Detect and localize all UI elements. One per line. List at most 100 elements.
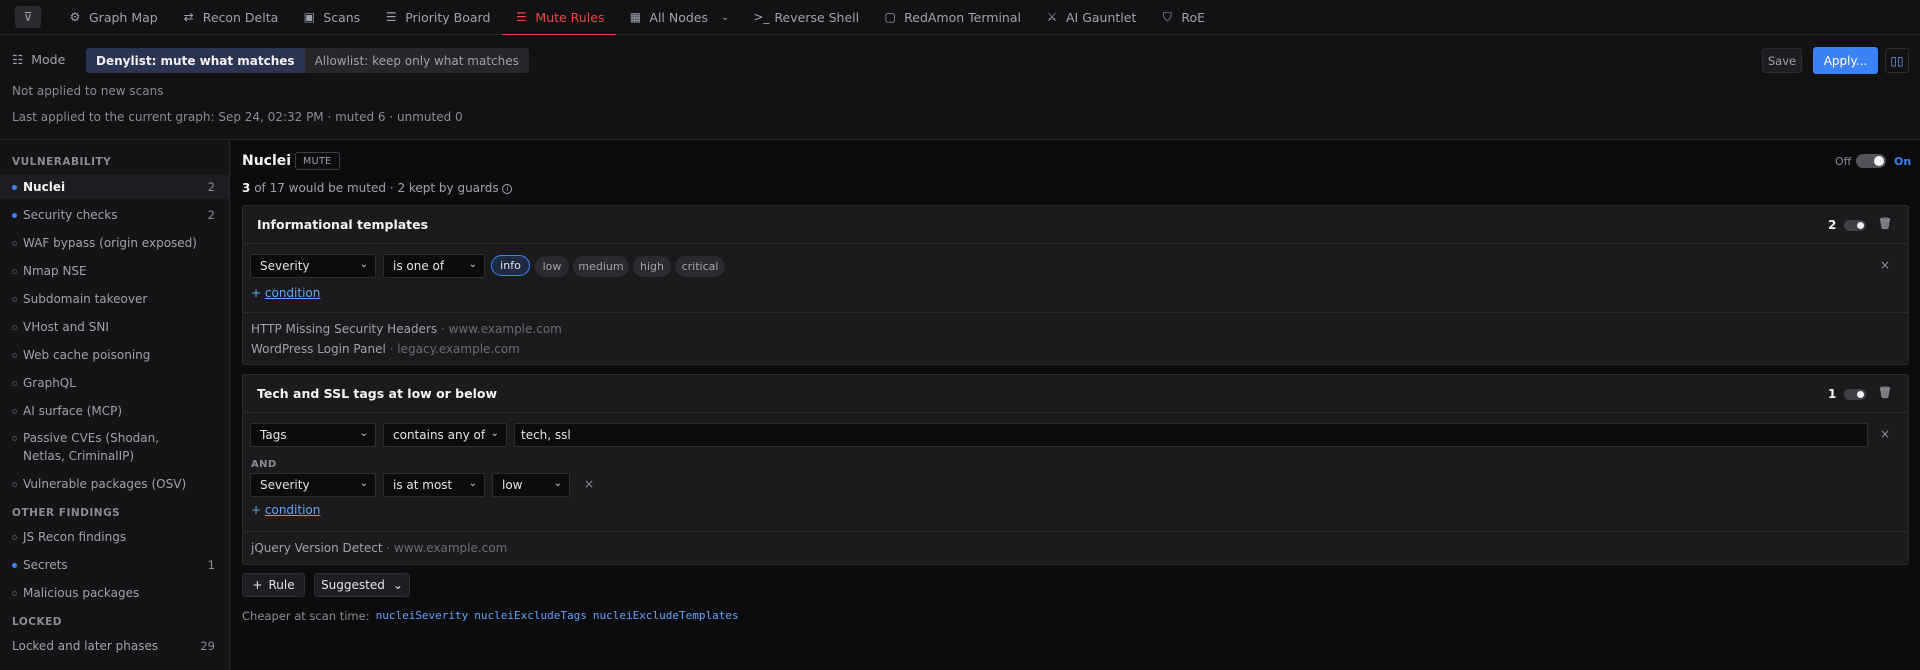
tags-value-input[interactable]: tech, ssl — [514, 423, 1868, 447]
allowlist-mode-button[interactable]: Allowlist: keep only what matches — [304, 48, 529, 73]
chip-low[interactable]: low — [535, 256, 569, 277]
add-rule-button[interactable]: + Rule — [242, 573, 305, 597]
table-icon: ▦ — [629, 10, 642, 24]
section-vulnerability: VULNERABILITY — [12, 156, 112, 168]
tab-graph-map[interactable]: ⚙ Graph Map — [56, 0, 170, 35]
rule-header: Tech and SSL tags at low or below 1 🗑 — [243, 375, 1908, 413]
status-dot — [12, 184, 17, 190]
status-dot — [12, 240, 17, 246]
status-dot — [12, 324, 17, 330]
sidebar-item-nmap-nse[interactable]: Nmap NSE — [0, 259, 229, 283]
status-dot — [12, 380, 17, 386]
sidebar-item-vhost-sni[interactable]: VHost and SNI — [0, 315, 229, 339]
sidebar-item-nuclei[interactable]: Nuclei 2 — [0, 175, 229, 199]
rules-panel: Nuclei MUTE 3 of 17 would be muted · 2 k… — [231, 141, 1920, 670]
field-select[interactable]: Severity ⌄ — [250, 254, 376, 278]
category-toggle[interactable] — [1856, 154, 1886, 168]
scan-apply-note: Not applied to new scans — [12, 84, 164, 98]
status-dot — [12, 408, 17, 414]
sidebar-item-subdomain-takeover[interactable]: Subdomain takeover — [0, 287, 229, 311]
tab-scans[interactable]: ▣ Scans — [290, 0, 372, 35]
field-select[interactable]: Tags ⌄ — [250, 423, 376, 447]
mode-badge: MUTE — [295, 152, 340, 170]
sidebar-item-web-cache-poisoning[interactable]: Web cache poisoning — [0, 343, 229, 367]
status-dot — [12, 352, 17, 358]
rule-match-count: 1 — [1828, 387, 1837, 401]
mute-icon: ☰ — [516, 10, 527, 24]
remove-condition-icon[interactable]: × — [1880, 427, 1890, 441]
toggle-off-label: Off — [1835, 155, 1852, 168]
list-icon: ☰ — [385, 10, 397, 24]
top-nav: ⊽ ⚙ Graph Map ⇄ Recon Delta ▣ Scans ☰ Priori… — [0, 0, 1920, 36]
match-item: WordPress Login Panel · legacy.example.c… — [251, 342, 520, 356]
operator-select[interactable]: contains any of ⌄ — [383, 423, 507, 447]
scan-icon: ▣ — [303, 10, 315, 24]
sidebar-item-security-checks[interactable]: Security checks 2 — [0, 203, 229, 227]
sidebar-item-passive-cves[interactable]: Passive CVEs (Shodan, Netlas, CriminalIP… — [0, 427, 229, 467]
chevron-down-icon[interactable]: ⌄ — [721, 12, 729, 23]
mode-segmented-control: Denylist: mute what matches Allowlist: k… — [86, 48, 529, 73]
rule-card: Informational templates 2 🗑 Severity ⌄ is… — [242, 205, 1909, 365]
sidebar-item-malicious-packages[interactable]: Malicious packages — [0, 581, 229, 605]
chevron-down-icon: ⌄ — [359, 478, 368, 489]
section-locked: LOCKED — [12, 616, 62, 628]
severity-value-select[interactable]: low ⌄ — [492, 473, 570, 497]
mute-summary: 3 of 17 would be muted · 2 kept by guard… — [242, 181, 513, 195]
docs-book-button[interactable]: ▯▯ — [1885, 48, 1909, 73]
chevron-down-icon: ⌄ — [468, 259, 477, 270]
mode-bar: ☷ Mode Denylist: mute what matches Allow… — [0, 35, 1920, 140]
operator-select[interactable]: is one of ⌄ — [383, 254, 485, 278]
operator-select[interactable]: is at most ⌄ — [383, 473, 485, 497]
divider — [243, 312, 1908, 313]
chip-critical[interactable]: critical — [675, 256, 725, 277]
sliders-icon: ☷ — [12, 52, 24, 67]
remove-condition-icon[interactable]: × — [584, 477, 594, 491]
add-condition-button[interactable]: + condition — [251, 286, 320, 300]
filter-add-button[interactable]: ⊽ — [0, 0, 56, 35]
chevron-down-icon: ⌄ — [392, 578, 403, 592]
rule-match-count: 2 — [1828, 218, 1837, 232]
graph-icon: ⚙ — [69, 10, 81, 24]
sidebar-item-locked-phases[interactable]: Locked and later phases 29 — [0, 634, 229, 658]
tab-mute-rules[interactable]: ☰ Mute Rules — [502, 0, 617, 36]
rule-header: Informational templates 2 🗑 — [243, 206, 1908, 244]
suggested-dropdown[interactable]: Suggested ⌄ — [314, 573, 410, 597]
terminal-icon: ▢ — [884, 10, 896, 24]
sidebar-item-ai-surface[interactable]: AI surface (MCP) — [0, 399, 229, 423]
chip-high[interactable]: high — [633, 256, 671, 277]
sidebar-item-graphql[interactable]: GraphQL — [0, 371, 229, 395]
add-condition-button[interactable]: + condition — [251, 503, 320, 517]
last-applied-note: Last applied to the current graph: Sep 2… — [12, 110, 463, 124]
remove-condition-icon[interactable]: × — [1880, 258, 1890, 272]
apply-button[interactable]: Apply... — [1813, 47, 1878, 74]
divider — [243, 531, 1908, 532]
sidebar-item-js-recon[interactable]: JS Recon findings — [0, 525, 229, 549]
tab-priority-board[interactable]: ☰ Priority Board — [372, 0, 502, 35]
sidebar-item-vulnerable-packages[interactable]: Vulnerable packages (OSV) — [0, 472, 229, 496]
tab-reverse-shell[interactable]: >_ Reverse Shell — [741, 0, 871, 35]
info-icon[interactable]: i — [502, 183, 513, 194]
rule-name[interactable]: Tech and SSL tags at low or below — [257, 386, 497, 401]
tab-roe[interactable]: ⛉ RoE — [1148, 0, 1217, 35]
chip-info[interactable]: info — [491, 255, 530, 276]
chip-medium[interactable]: medium — [573, 256, 629, 277]
setting-key[interactable]: nucleiExcludeTemplates — [593, 609, 739, 623]
trash-icon[interactable]: 🗑 — [1878, 386, 1892, 399]
field-select[interactable]: Severity ⌄ — [250, 473, 376, 497]
sidebar-item-waf-bypass[interactable]: WAF bypass (origin exposed) — [0, 231, 229, 255]
status-dot — [12, 212, 17, 218]
rule-toggle[interactable] — [1844, 220, 1866, 231]
rule-name[interactable]: Informational templates — [257, 217, 428, 232]
sidebar-item-secrets[interactable]: Secrets 1 — [0, 553, 229, 577]
setting-key[interactable]: nucleiSeverity — [376, 609, 469, 623]
denylist-mode-button[interactable]: Denylist: mute what matches — [86, 48, 305, 73]
tab-ai-gauntlet[interactable]: ⚔ AI Gauntlet — [1033, 0, 1148, 35]
filter-add-icon: ⊽ — [15, 6, 41, 28]
setting-key[interactable]: nucleiExcludeTags — [474, 609, 587, 623]
tab-redamon-terminal[interactable]: ▢ RedAmon Terminal — [871, 0, 1033, 35]
tab-all-nodes[interactable]: ▦ All Nodes ⌄ — [616, 0, 741, 35]
tab-recon-delta[interactable]: ⇄ Recon Delta — [170, 0, 291, 35]
save-button[interactable]: Save — [1762, 48, 1802, 73]
trash-icon[interactable]: 🗑 — [1878, 217, 1892, 230]
rule-toggle[interactable] — [1844, 389, 1866, 400]
